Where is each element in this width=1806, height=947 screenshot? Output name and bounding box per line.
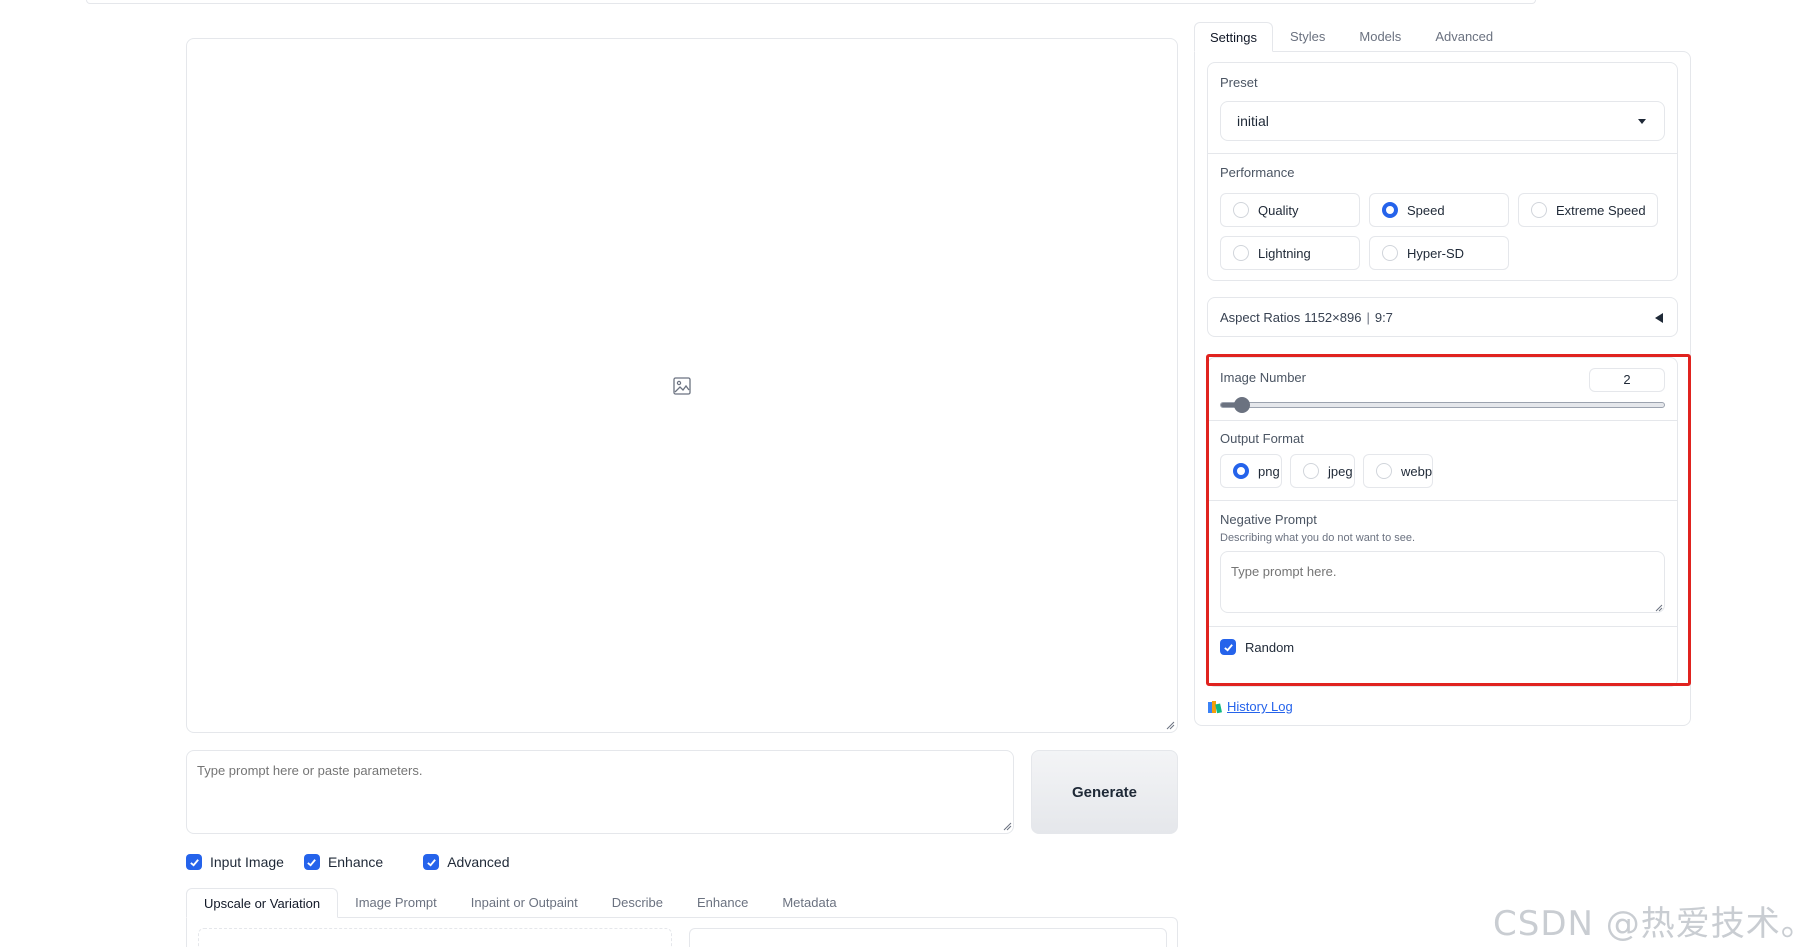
collapse-triangle-icon[interactable] — [1655, 313, 1663, 323]
settings-column: Preset initial Performance Quality Speed… — [1194, 22, 1691, 727]
radio-unselected-icon[interactable] — [1233, 245, 1249, 261]
preset-value: initial — [1237, 113, 1269, 129]
radio-label: Speed — [1407, 202, 1445, 218]
history-log-link[interactable]: History Log — [1227, 699, 1293, 714]
performance-quality-radio[interactable]: Quality — [1220, 193, 1360, 227]
aspect-ratios-size: 1152×896 — [1304, 309, 1362, 325]
settings-tabs: Settings Styles Models Advanced — [1194, 22, 1510, 52]
separator: | — [1366, 309, 1370, 325]
books-icon — [1208, 700, 1222, 713]
radio-unselected-icon[interactable] — [1531, 202, 1547, 218]
performance-speed-radio[interactable]: Speed — [1369, 193, 1509, 227]
random-label: Random — [1245, 639, 1295, 655]
image-output-area — [186, 38, 1178, 733]
radio-unselected-icon[interactable] — [1376, 463, 1392, 479]
watermark: CSDN @热爱技术。 — [1493, 904, 1806, 944]
resize-handle-icon[interactable] — [1003, 822, 1012, 831]
radio-selected-icon[interactable] — [1233, 463, 1249, 479]
negative-prompt-description: Describing what you do not want to see. — [1220, 532, 1416, 544]
generate-button[interactable]: Generate — [1031, 750, 1178, 834]
performance-lightning-radio[interactable]: Lightning — [1220, 236, 1360, 270]
feature-checkboxes: Input Image Enhance Advanced — [186, 852, 510, 872]
checkbox-checked-icon[interactable] — [303, 854, 320, 870]
history-log: History Log — [1207, 699, 1293, 714]
tab-advanced[interactable]: Advanced — [1418, 22, 1510, 52]
tab-settings[interactable]: Settings — [1194, 22, 1273, 52]
enhance-checkbox[interactable]: Enhance — [303, 854, 384, 870]
settings-panel: Preset initial Performance Quality Speed… — [1194, 51, 1691, 726]
preset-dropdown[interactable]: initial — [1220, 101, 1665, 141]
tab-image-prompt[interactable]: Image Prompt — [338, 888, 454, 918]
upscale-options-box — [689, 928, 1167, 947]
checkbox-label: Enhance — [327, 854, 384, 870]
image-number-slider[interactable] — [1220, 397, 1665, 413]
checkbox-label: Advanced — [447, 854, 510, 870]
performance-label: Performance — [1220, 165, 1295, 180]
radio-unselected-icon[interactable] — [1233, 202, 1249, 218]
divider — [1208, 626, 1677, 627]
checkbox-checked-icon[interactable] — [423, 854, 440, 870]
format-png-radio[interactable]: png — [1220, 454, 1282, 488]
input-image-checkbox[interactable]: Input Image — [186, 854, 284, 870]
upscale-image-drop[interactable] — [198, 928, 672, 947]
radio-label: Lightning — [1258, 245, 1311, 261]
tab-models[interactable]: Models — [1342, 22, 1418, 52]
tab-styles[interactable]: Styles — [1273, 22, 1342, 52]
radio-label: Hyper-SD — [1407, 245, 1465, 261]
performance-extreme-speed-radio[interactable]: Extreme Speed — [1518, 193, 1658, 227]
format-jpeg-radio[interactable]: jpeg — [1290, 454, 1355, 488]
format-webp-radio[interactable]: webp — [1363, 454, 1433, 488]
radio-label: png — [1258, 463, 1280, 479]
random-seed-checkbox[interactable]: Random — [1220, 639, 1294, 655]
negative-prompt-label: Negative Prompt — [1220, 512, 1317, 527]
radio-unselected-icon[interactable] — [1303, 463, 1319, 479]
slider-handle[interactable] — [1233, 397, 1250, 413]
radio-label: webp — [1401, 463, 1433, 479]
resize-handle-icon[interactable] — [1166, 721, 1175, 730]
preset-performance-block: Preset initial Performance Quality Speed… — [1207, 62, 1678, 281]
resize-handle-icon[interactable] — [1655, 604, 1663, 612]
tab-metadata[interactable]: Metadata — [765, 888, 853, 918]
tab-upscale-or-variation[interactable]: Upscale or Variation — [186, 888, 339, 918]
radio-selected-icon[interactable] — [1382, 202, 1398, 218]
prompt-input[interactable] — [186, 750, 1014, 834]
aspect-ratios-ratio: 9:7 — [1374, 309, 1393, 325]
tab-enhance[interactable]: Enhance — [680, 888, 765, 918]
aspect-ratios-accordion[interactable]: Aspect Ratios 1152×896 | 9:7 — [1207, 297, 1678, 337]
performance-hyper-sd-radio[interactable]: Hyper-SD — [1369, 236, 1509, 270]
generation-options-block: Image Number 2 Output Format png jpeg we… — [1207, 357, 1678, 687]
radio-unselected-icon[interactable] — [1382, 245, 1398, 261]
input-tabs: Upscale or Variation Image Prompt Inpain… — [186, 888, 1178, 947]
radio-label: Quality — [1258, 202, 1299, 218]
output-format-label: Output Format — [1220, 431, 1304, 446]
aspect-ratios-label: Aspect Ratios — [1220, 309, 1301, 325]
radio-label: jpeg — [1328, 463, 1353, 479]
divider — [1208, 500, 1677, 501]
image-placeholder-icon — [673, 377, 691, 395]
negative-prompt-input[interactable] — [1220, 551, 1665, 613]
checkbox-checked-icon[interactable] — [186, 854, 202, 870]
top-bar-edge — [86, 0, 1536, 4]
chevron-down-icon — [1638, 119, 1646, 124]
checkbox-checked-icon[interactable] — [1220, 639, 1236, 655]
preset-label: Preset — [1220, 75, 1258, 90]
image-number-input[interactable]: 2 — [1589, 368, 1665, 392]
advanced-checkbox[interactable]: Advanced — [423, 854, 510, 870]
tab-inpaint-or-outpaint[interactable]: Inpaint or Outpaint — [454, 888, 595, 918]
radio-label: Extreme Speed — [1556, 202, 1646, 218]
checkbox-label: Input Image — [210, 854, 284, 870]
image-number-label: Image Number — [1220, 370, 1306, 385]
divider — [1208, 153, 1677, 154]
tab-describe[interactable]: Describe — [595, 888, 680, 918]
divider — [1208, 420, 1677, 421]
